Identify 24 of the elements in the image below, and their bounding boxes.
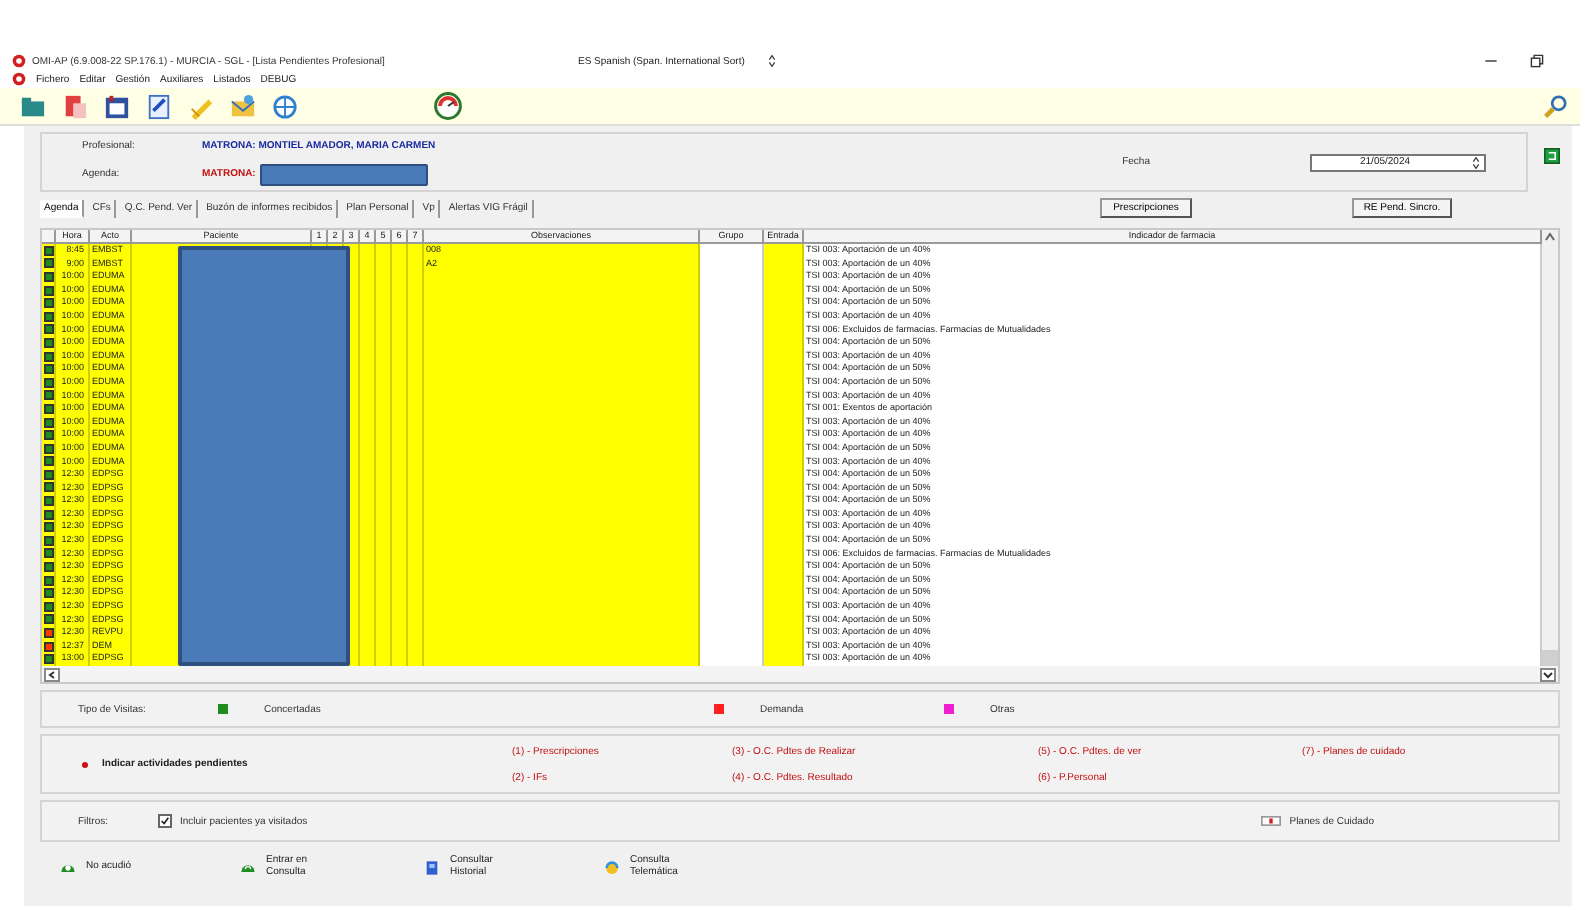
person-icon[interactable]: [60, 859, 76, 875]
book-icon[interactable]: [424, 859, 440, 875]
gauge-icon[interactable]: [434, 92, 462, 120]
calendar-icon[interactable]: [104, 93, 130, 119]
checkbox[interactable]: [158, 814, 172, 828]
scroll-left-icon[interactable]: [44, 667, 60, 681]
care-plan-icon[interactable]: [1259, 816, 1282, 826]
minimize-icon[interactable]: [1484, 54, 1498, 68]
scrollbar[interactable]: [1542, 230, 1558, 666]
scroll-up-icon[interactable]: [1542, 230, 1558, 244]
person-icon[interactable]: [240, 859, 256, 875]
scrollbar-thumb[interactable]: [1542, 650, 1558, 666]
spinner-icon[interactable]: [1472, 155, 1480, 169]
scroll-down-icon[interactable]: [1540, 667, 1556, 681]
bullet-icon: [82, 761, 88, 767]
key-search-icon[interactable]: [1542, 93, 1568, 119]
square-icon[interactable]: [1544, 148, 1560, 164]
mail-icon[interactable]: [230, 93, 256, 119]
document-icon[interactable]: [62, 93, 88, 119]
check-icon: [160, 816, 170, 826]
up-down-icon[interactable]: [768, 54, 777, 68]
folder-icon[interactable]: [20, 93, 46, 119]
notepad-icon[interactable]: [146, 93, 172, 119]
restore-icon[interactable]: [1530, 54, 1544, 68]
